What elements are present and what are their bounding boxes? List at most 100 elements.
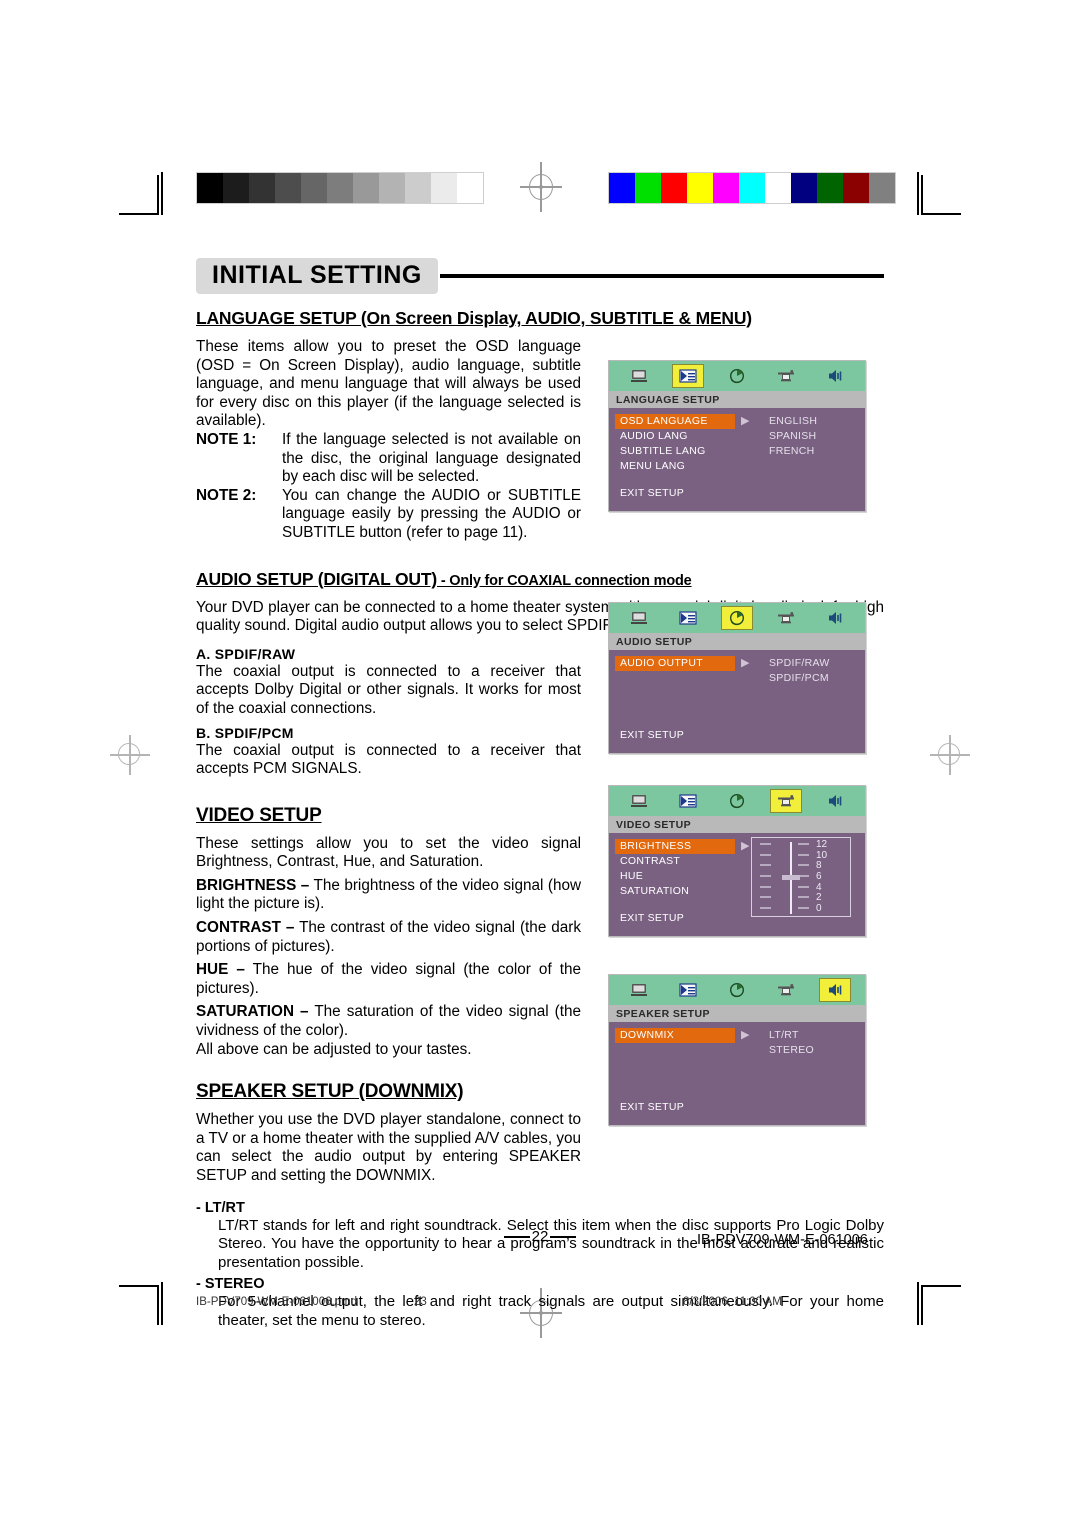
audio-text-column: A. SPDIF/RAW The coaxial output is conne… (196, 646, 581, 779)
video-intro-paragraph: These settings allow you to set the vide… (196, 834, 581, 871)
osd-menu-list: OSD LANGUAGE AUDIO LANG SUBTITLE LANG MENU … (615, 414, 735, 474)
page-number-footer: 22 (0, 1228, 1080, 1245)
osd-icon-bar (609, 603, 865, 633)
language-setup-icon[interactable] (672, 364, 705, 388)
osd-value-item[interactable]: SPANISH (769, 429, 817, 444)
note-1-text: If the language selected is not availabl… (282, 430, 581, 486)
osd-value-list: LT/RT STEREO (769, 1028, 814, 1058)
language-setup-icon[interactable] (673, 790, 703, 812)
speaker-setup-icon[interactable] (820, 607, 850, 629)
speaker-setup-icon[interactable] (818, 978, 851, 1002)
color-swatch (635, 173, 661, 203)
slider-tick (760, 896, 771, 899)
osd-menu-list: AUDIO OUTPUT (615, 656, 735, 671)
print-footer-filename: IB-PDV709-WM-E-061006.pmd (196, 1296, 358, 1308)
slider-tick (760, 853, 771, 856)
note-2-label: NOTE 2: (196, 486, 257, 504)
video-setup-icon[interactable] (771, 365, 801, 387)
print-footer-timestamp: 8/3/2006, 11:00 AM (683, 1296, 782, 1308)
osd-value-item[interactable]: LT/RT (769, 1028, 814, 1043)
general-setup-icon[interactable] (624, 607, 654, 629)
osd-body: BRIGHTNESS CONTRAST HUE SATURATION ▶ 12 10 8 6 4 2… (609, 833, 865, 936)
audio-setup-icon[interactable] (722, 790, 752, 812)
section-heading-audio: AUDIO SETUP (DIGITAL OUT) - Only for COA… (196, 569, 884, 590)
color-swatch (661, 173, 687, 203)
osd-icon-bar (609, 361, 865, 391)
osd-icon-bar (609, 786, 865, 816)
slider-scale-labels: 12 10 8 6 4 2 0 (816, 839, 827, 915)
video-hue-text: The hue of the video signal (the color o… (196, 961, 581, 997)
crop-mark-bottom-left (119, 1285, 159, 1325)
audio-item-b-title: B. SPDIF/PCM (196, 724, 294, 741)
color-swatch (765, 173, 791, 203)
osd-exit-setup-item[interactable]: EXIT SETUP (620, 487, 684, 499)
grayscale-swatch (223, 173, 249, 203)
osd-menu-item[interactable]: DOWNMIX (615, 1028, 735, 1043)
grayscale-swatch (379, 173, 405, 203)
audio-item-b-text: The coaxial output is connected to a rec… (196, 741, 581, 778)
osd-menu-item[interactable]: HUE (615, 869, 735, 884)
video-adjust-slider[interactable]: 12 10 8 6 4 2 0 (751, 837, 851, 917)
osd-menu-list: BRIGHTNESS CONTRAST HUE SATURATION (615, 839, 735, 899)
chevron-right-icon: ▶ (741, 840, 750, 852)
audio-setup-icon[interactable] (722, 979, 752, 1001)
video-setup-icon[interactable] (771, 607, 801, 629)
osd-icon-bar (609, 975, 865, 1005)
grayscale-swatch (353, 173, 379, 203)
osd-value-item[interactable]: STEREO (769, 1043, 814, 1058)
crop-mark-top-right (921, 175, 961, 215)
speaker-text-column: Whether you use the DVD player standalon… (196, 1111, 581, 1185)
general-setup-icon[interactable] (624, 365, 654, 387)
osd-exit-setup-item[interactable]: EXIT SETUP (620, 912, 684, 924)
osd-title: VIDEO SETUP (609, 816, 865, 833)
note-1-label: NOTE 1: (196, 430, 257, 448)
video-setup-icon[interactable] (771, 979, 801, 1001)
video-saturation-paragraph: SATURATION – The saturation of the video… (196, 1003, 581, 1040)
osd-exit-setup-item[interactable]: EXIT SETUP (620, 1101, 684, 1113)
registration-mark-left (110, 735, 150, 775)
osd-exit-setup-item[interactable]: EXIT SETUP (620, 729, 684, 741)
crop-mark-bottom-left-bar (161, 1282, 163, 1325)
audio-setup-icon[interactable] (722, 365, 752, 387)
slider-tick (760, 864, 771, 867)
language-intro-paragraph: These items allow you to preset the OSD … (196, 338, 581, 430)
language-setup-icon[interactable] (673, 979, 703, 1001)
video-setup-icon[interactable] (769, 789, 802, 813)
osd-value-item[interactable]: SPDIF/PCM (769, 671, 830, 686)
page-number-rule-left (503, 1236, 530, 1238)
osd-value-item[interactable]: ENGLISH (769, 414, 817, 429)
general-setup-icon[interactable] (624, 790, 654, 812)
slider-tick (760, 885, 771, 888)
color-swatch (791, 173, 817, 203)
osd-menu-item[interactable]: AUDIO OUTPUT (615, 656, 735, 671)
registration-mark-top (520, 162, 562, 212)
slider-scale-value: 0 (816, 903, 822, 915)
osd-menu-item[interactable]: OSD LANGUAGE (615, 414, 735, 429)
osd-value-item[interactable]: SPDIF/RAW (769, 656, 830, 671)
osd-menu-item[interactable]: CONTRAST (615, 854, 735, 869)
slider-ticks-right (798, 843, 809, 918)
speaker-setup-icon[interactable] (820, 790, 850, 812)
general-setup-icon[interactable] (624, 979, 654, 1001)
osd-menu-item[interactable]: MENU LANG (615, 459, 735, 474)
grayscale-calibration-bar (196, 172, 484, 204)
chevron-right-icon: ▶ (741, 657, 750, 669)
color-swatch (609, 173, 635, 203)
color-swatch (687, 173, 713, 203)
osd-menu-item[interactable]: AUDIO LANG (615, 429, 735, 444)
osd-title: AUDIO SETUP (609, 633, 865, 650)
language-setup-icon[interactable] (673, 607, 703, 629)
crop-mark-bottom-right (921, 1285, 961, 1325)
slider-tick (798, 885, 809, 888)
osd-screenshot-video-setup: VIDEO SETUP BRIGHTNESS CONTRAST HUE SATURATI… (608, 785, 866, 937)
osd-menu-item[interactable]: BRIGHTNESS (615, 839, 735, 854)
speaker-setup-icon[interactable] (820, 365, 850, 387)
osd-value-item[interactable]: FRENCH (769, 444, 817, 459)
audio-setup-icon[interactable] (720, 606, 753, 630)
osd-menu-item[interactable]: SUBTITLE LANG (615, 444, 735, 459)
slider-tick (798, 896, 809, 899)
video-hue-paragraph: HUE – The hue of the video signal (the c… (196, 961, 581, 998)
slider-knob[interactable] (782, 875, 800, 881)
slider-ticks-left (760, 843, 771, 918)
osd-menu-item[interactable]: SATURATION (615, 884, 735, 899)
